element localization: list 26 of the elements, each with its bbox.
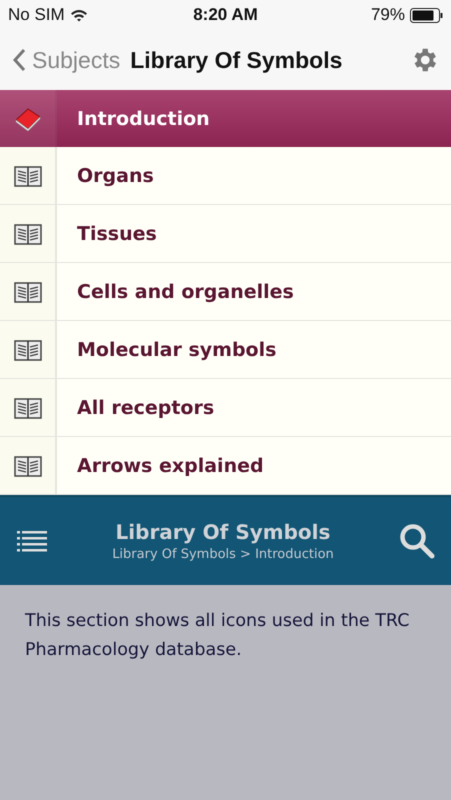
open-book-icon	[14, 396, 42, 420]
page-title: Library Of Symbols	[130, 46, 344, 74]
menu-item[interactable]: Arrows explained	[0, 437, 451, 495]
open-book-icon	[14, 164, 42, 188]
book-icon	[14, 106, 42, 130]
open-book-icon	[14, 338, 42, 362]
menu-item[interactable]: All receptors	[0, 379, 451, 437]
list-icon[interactable]	[17, 530, 47, 552]
menu-item[interactable]: Molecular symbols	[0, 321, 451, 379]
carrier-label: No SIM	[8, 5, 65, 25]
battery-icon	[410, 8, 443, 22]
back-chevron-icon	[12, 48, 26, 72]
open-book-icon	[14, 454, 42, 478]
search-icon[interactable]	[398, 523, 435, 559]
open-book-icon	[14, 280, 42, 304]
wifi-icon	[70, 8, 88, 22]
menu-item[interactable]: Cells and organelles	[0, 263, 451, 321]
menu-item[interactable]: Introduction	[0, 90, 451, 147]
battery-label: 79%	[370, 5, 405, 25]
breadcrumb: Library Of Symbols > Introduction	[112, 547, 334, 562]
open-book-icon	[14, 222, 42, 246]
section-description: This section shows all icons used in the TRC Pharmacology database.	[25, 610, 410, 662]
section-title: Library Of Symbols	[116, 520, 330, 544]
clock-label: 8:20 AM	[193, 5, 258, 25]
menu-item[interactable]: Organs	[0, 147, 451, 205]
menu-item[interactable]: Tissues	[0, 205, 451, 263]
